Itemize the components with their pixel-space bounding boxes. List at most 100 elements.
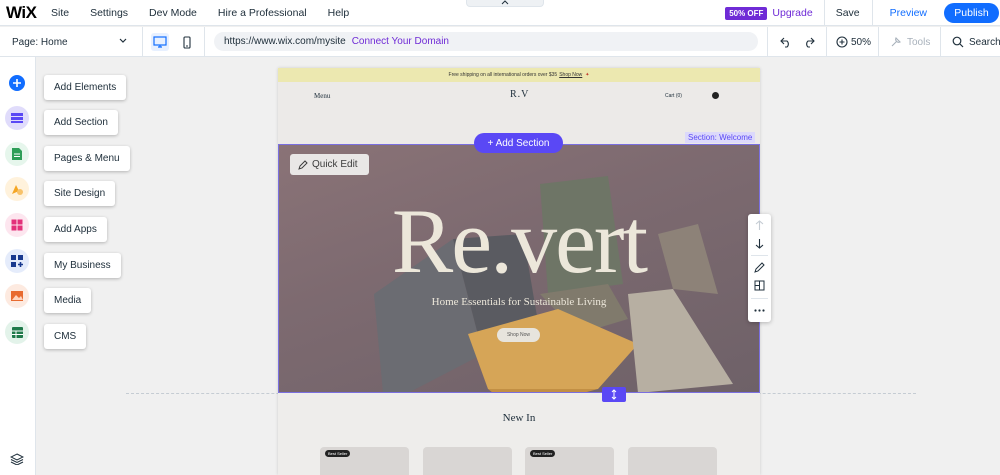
move-down-button[interactable]	[754, 238, 765, 249]
zoom-level: 50%	[851, 36, 872, 48]
undo-button[interactable]	[780, 27, 792, 57]
divider	[878, 27, 879, 57]
zoom-button[interactable]: 50%	[836, 27, 871, 57]
mobile-icon	[183, 35, 191, 49]
quick-edit-button[interactable]: Quick Edit	[290, 154, 369, 175]
divider	[823, 0, 825, 26]
mobile-view-button[interactable]	[178, 33, 196, 51]
user-icon[interactable]	[712, 92, 719, 99]
upgrade-link[interactable]: Upgrade	[772, 7, 812, 19]
hero-subtitle[interactable]: Home Essentials for Sustainable Living	[278, 296, 760, 308]
move-up-button[interactable]	[754, 220, 765, 231]
site-logo[interactable]: R.V	[510, 89, 529, 100]
discount-badge: 50% OFF	[725, 6, 768, 20]
promo-decoration-icon: ✦	[585, 72, 590, 78]
nav-hire-professional[interactable]: Hire a Professional	[218, 7, 307, 19]
media-button[interactable]: Media	[44, 288, 92, 313]
new-in-title[interactable]: New In	[278, 412, 760, 424]
chevron-down-icon	[119, 38, 127, 43]
page-selector[interactable]: Page: Home	[12, 27, 132, 57]
site-cart-link[interactable]: Cart (0)	[665, 93, 682, 99]
hero-title[interactable]: Re.vert	[278, 188, 760, 294]
zoom-icon	[836, 36, 848, 48]
best-seller-badge: Best Seller	[325, 450, 351, 457]
search-icon	[952, 36, 964, 48]
pencil-icon	[754, 262, 765, 273]
product-card[interactable]	[423, 447, 512, 475]
nav-site[interactable]: Site	[51, 7, 69, 19]
site-menu-link[interactable]: Menu	[314, 92, 330, 100]
desktop-icon	[153, 36, 167, 48]
quick-edit-label: Quick Edit	[312, 159, 358, 170]
section-icon	[11, 113, 23, 123]
publish-button[interactable]: Publish	[944, 3, 999, 23]
layers-icon	[9, 453, 25, 466]
site-canvas[interactable]: Free shipping on all international order…	[278, 68, 760, 475]
more-actions-button[interactable]	[754, 305, 765, 316]
add-section-canvas-button[interactable]: + Add Section	[474, 133, 563, 153]
tools-label: Tools	[907, 36, 931, 48]
product-card[interactable]: Best Seller	[320, 447, 409, 475]
site-design-button[interactable]: Site Design	[44, 181, 116, 206]
add-section-button[interactable]: Add Section	[44, 110, 118, 135]
search-button[interactable]: Search	[952, 27, 1000, 57]
my-business-sidebar-button[interactable]	[5, 249, 29, 273]
edit-section-button[interactable]	[754, 262, 765, 273]
editor-toolbar: Page: Home https://www.wix.com/mysite Co…	[0, 27, 1000, 57]
new-in-section[interactable]: New In Best Seller Best Seller	[278, 393, 760, 475]
cms-icon	[11, 326, 23, 338]
arrow-down-icon	[755, 239, 764, 249]
nav-settings[interactable]: Settings	[90, 7, 128, 19]
pages-menu-sidebar-button[interactable]	[5, 142, 29, 166]
page-icon	[12, 148, 22, 160]
product-card[interactable]	[628, 447, 717, 475]
layout-button[interactable]	[754, 280, 765, 291]
more-dots-icon	[754, 309, 765, 312]
top-nav: Site Settings Dev Mode Hire a Profession…	[51, 7, 370, 19]
product-card[interactable]: Best Seller	[525, 447, 614, 475]
add-apps-button[interactable]: Add Apps	[44, 217, 107, 242]
add-apps-sidebar-button[interactable]	[5, 213, 29, 237]
desktop-view-button[interactable]	[151, 33, 169, 51]
add-section-sidebar-button[interactable]	[5, 106, 29, 130]
nav-dev-mode[interactable]: Dev Mode	[149, 7, 197, 19]
shop-now-button[interactable]: Shop Now	[497, 328, 540, 342]
cms-button[interactable]: CMS	[44, 324, 87, 349]
collapse-toolbar-tab[interactable]	[466, 0, 544, 7]
preview-button[interactable]: Preview	[890, 7, 927, 19]
arrow-up-icon	[755, 220, 764, 230]
tools-button[interactable]: Tools	[890, 27, 930, 57]
chevron-up-icon	[501, 0, 509, 5]
nav-help[interactable]: Help	[328, 7, 350, 19]
pages-menu-button[interactable]: Pages & Menu	[44, 146, 130, 171]
redo-button[interactable]	[803, 27, 815, 57]
add-elements-sidebar-button[interactable]	[5, 71, 29, 95]
divider	[826, 27, 827, 57]
hero-section[interactable]: Re.vert Home Essentials for Sustainable …	[278, 144, 760, 393]
cms-sidebar-button[interactable]	[5, 320, 29, 344]
site-design-sidebar-button[interactable]	[5, 177, 29, 201]
section-label: Section: Welcome	[685, 132, 756, 143]
save-button[interactable]: Save	[836, 7, 860, 19]
promo-link[interactable]: Shop Now	[559, 72, 582, 78]
left-sidebar	[0, 57, 36, 475]
section-floating-toolbar	[748, 214, 771, 322]
layout-icon	[754, 280, 765, 291]
media-sidebar-button[interactable]	[5, 284, 29, 308]
add-elements-button[interactable]: Add Elements	[44, 75, 127, 100]
my-business-button[interactable]: My Business	[44, 253, 121, 278]
site-url-bar[interactable]: https://www.wix.com/mysite Connect Your …	[214, 32, 758, 51]
divider	[751, 255, 768, 256]
wix-logo[interactable]: WiX	[6, 3, 51, 23]
section-resize-handle[interactable]	[602, 387, 626, 402]
divider	[751, 298, 768, 299]
business-icon	[11, 255, 23, 267]
divider	[871, 0, 873, 26]
divider	[204, 27, 205, 57]
layers-button[interactable]	[9, 452, 25, 470]
site-url: https://www.wix.com/mysite	[224, 36, 346, 47]
promo-strip[interactable]: Free shipping on all international order…	[278, 68, 760, 82]
redo-icon	[806, 37, 815, 48]
connect-domain-link[interactable]: Connect Your Domain	[352, 36, 449, 47]
tools-icon	[891, 37, 901, 47]
